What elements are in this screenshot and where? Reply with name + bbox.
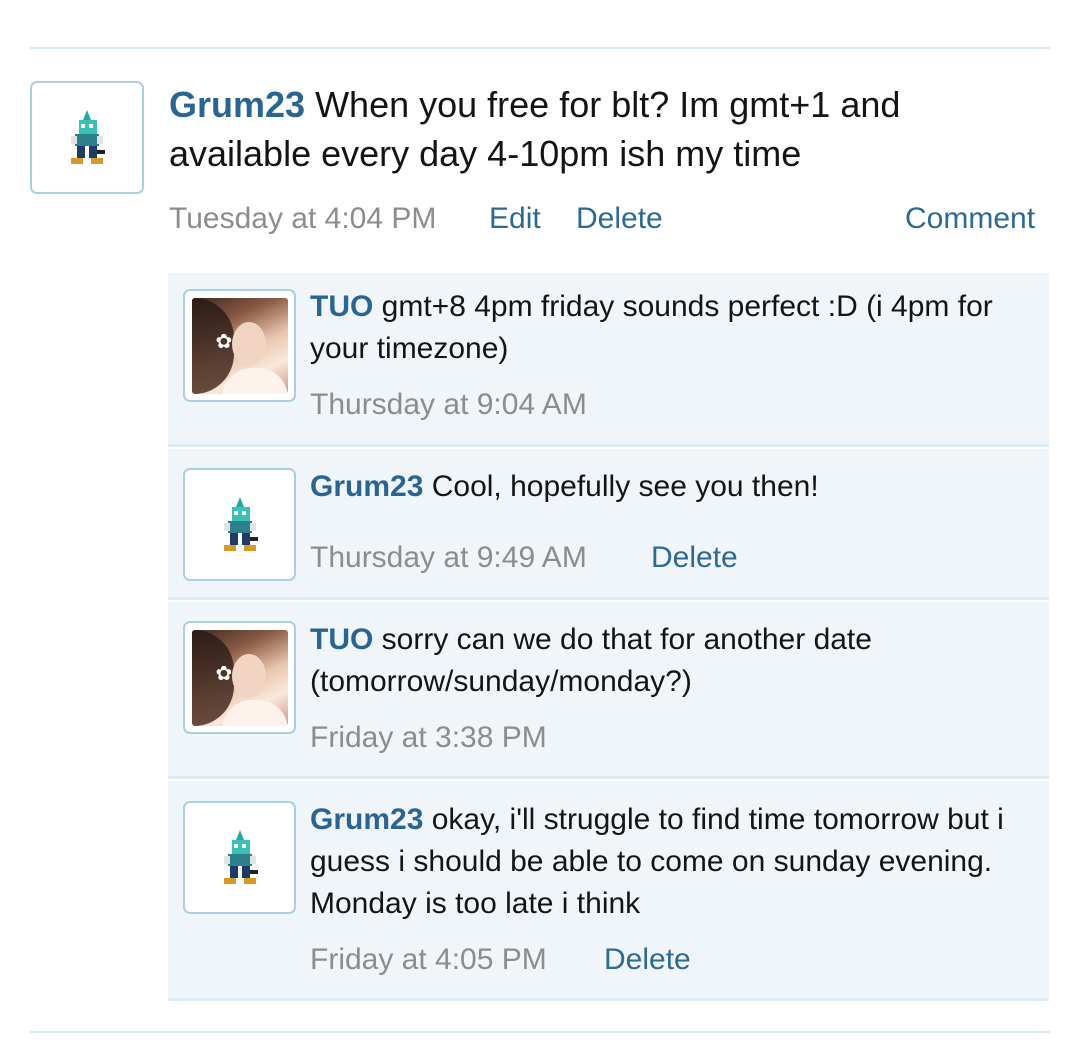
comment-divider xyxy=(168,998,1049,1001)
comment-author-name[interactable]: TUO xyxy=(310,290,373,323)
comment-body: TUO sorry can we do that for another dat… xyxy=(310,619,1030,703)
profile-photo: ✿ xyxy=(191,629,288,726)
comment-author-avatar[interactable]: ✿ xyxy=(183,289,296,402)
comment-divider xyxy=(168,776,1049,779)
comment-body: Grum23 Cool, hopefully see you then! xyxy=(310,466,1030,508)
comment-author-name[interactable]: Grum23 xyxy=(310,803,423,836)
comment-divider xyxy=(168,444,1049,447)
bottom-divider xyxy=(30,1031,1050,1033)
comment-author-name[interactable]: Grum23 xyxy=(310,470,423,503)
comment-body: Grum23 okay, i'll struggle to find time … xyxy=(310,799,1030,925)
comment-author-avatar[interactable] xyxy=(183,468,296,581)
pokemon-sprite-icon xyxy=(71,109,105,164)
comment-delete-link[interactable]: Delete xyxy=(651,540,738,576)
post-timestamp[interactable]: Tuesday at 4:04 PM xyxy=(169,201,436,237)
post-author-avatar[interactable] xyxy=(30,81,144,194)
comment-author-avatar[interactable]: ✿ xyxy=(183,621,296,734)
pokemon-sprite-icon xyxy=(223,496,258,551)
comment-timestamp[interactable]: Thursday at 9:04 AM xyxy=(310,387,587,423)
comment-timestamp[interactable]: Friday at 3:38 PM xyxy=(310,720,547,756)
post-author-name[interactable]: Grum23 xyxy=(169,84,305,125)
comment-message: Cool, hopefully see you then! xyxy=(431,470,819,503)
comment-timestamp[interactable]: Thursday at 9:49 AM xyxy=(310,540,587,576)
comment-author-name[interactable]: TUO xyxy=(310,623,373,656)
pokemon-sprite-icon xyxy=(223,829,258,884)
comment-author-avatar[interactable] xyxy=(183,801,296,914)
edit-link[interactable]: Edit xyxy=(489,201,541,237)
profile-photo: ✿ xyxy=(191,297,288,394)
post-body: Grum23 When you free for blt? Im gmt+1 a… xyxy=(169,80,1049,178)
delete-link[interactable]: Delete xyxy=(576,201,663,237)
comment-message: gmt+8 4pm friday sounds perfect :D (i 4p… xyxy=(310,290,993,365)
comment-delete-link[interactable]: Delete xyxy=(604,942,691,978)
comment-link[interactable]: Comment xyxy=(905,201,1035,237)
top-divider xyxy=(30,47,1050,49)
comment-message: sorry can we do that for another date (t… xyxy=(310,623,872,698)
comment-timestamp[interactable]: Friday at 4:05 PM xyxy=(310,942,547,978)
comment-divider xyxy=(168,597,1049,600)
comment-body: TUO gmt+8 4pm friday sounds perfect :D (… xyxy=(310,286,1030,370)
